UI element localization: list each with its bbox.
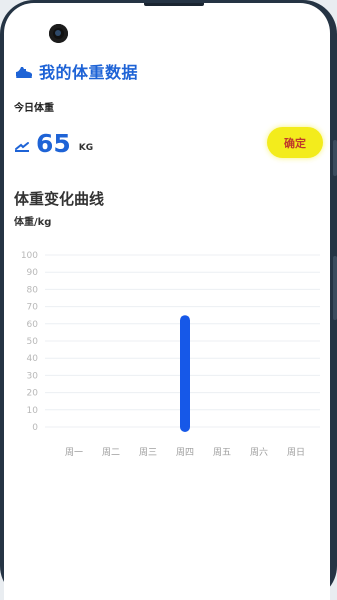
y-tick-label: 40	[27, 354, 39, 364]
phone-frame: 我的体重数据 今日体重 65 KG 确定 体重变化曲线 体重/kg 0 10 20 3…	[0, 0, 337, 600]
weight-value: 65	[36, 129, 71, 158]
page-title: 我的体重数据	[39, 63, 139, 82]
weight-unit: KG	[78, 143, 94, 153]
shoe-icon	[16, 67, 32, 78]
power-button	[333, 256, 337, 320]
y-tick-label: 50	[27, 337, 39, 347]
today-weight-label: 今日体重	[14, 103, 54, 114]
y-tick-label: 30	[27, 371, 39, 381]
earpiece	[144, 3, 204, 6]
y-tick-label: 80	[27, 285, 39, 295]
confirm-button[interactable]: 确定	[267, 127, 323, 158]
weight-bar[interactable]	[180, 315, 190, 432]
y-tick-label: 0	[32, 423, 38, 433]
volume-up-button	[333, 140, 337, 176]
y-tick-label: 60	[27, 320, 39, 330]
y-tick-label: 20	[27, 389, 39, 399]
x-tick-label: 周一	[65, 447, 83, 458]
chart-title: 体重变化曲线	[14, 190, 105, 208]
front-camera	[49, 24, 68, 43]
scale-icon	[15, 142, 29, 152]
y-tick-label: 100	[21, 251, 38, 261]
y-tick-label: 10	[27, 406, 39, 416]
page-header: 我的体重数据	[14, 59, 138, 83]
x-tick-label: 周三	[139, 447, 157, 458]
y-tick-label: 70	[27, 303, 39, 313]
x-tick-label: 周六	[250, 446, 268, 458]
x-tick-label: 周二	[102, 447, 120, 458]
x-tick-label: 周日	[287, 447, 305, 458]
app-screen: 我的体重数据 今日体重 65 KG 确定 体重变化曲线 体重/kg 0 10 20 3…	[4, 3, 330, 600]
x-tick-label: 周四	[176, 447, 194, 458]
y-tick-label: 90	[27, 268, 39, 278]
weight-chart: 0 10 20 30 40 50 60 70 80 90 100 周一 周二 周三 周四 周五 周六 周日	[21, 251, 320, 458]
y-axis-label: 体重/kg	[14, 217, 52, 228]
x-tick-label: 周五	[213, 447, 231, 458]
today-weight: 65 KG	[14, 127, 93, 159]
